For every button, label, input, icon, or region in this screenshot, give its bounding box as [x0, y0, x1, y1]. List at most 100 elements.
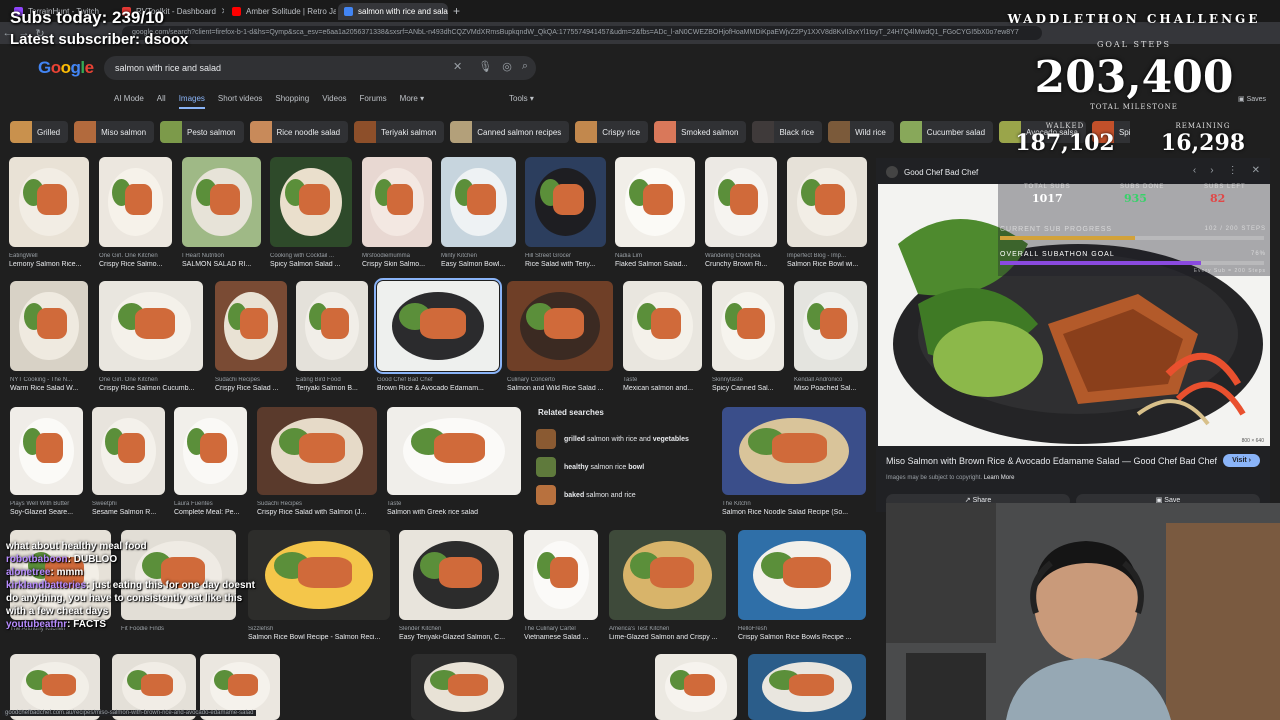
result-source[interactable]: Sweetphi	[92, 501, 165, 507]
image-result[interactable]: The Kitchn Salmon Rice Noodle Salad Recip…	[722, 407, 866, 519]
image-result[interactable]: Sudachi Recipes Crispy Rice Salad with Sa…	[257, 407, 377, 519]
result-thumbnail[interactable]	[738, 530, 866, 620]
lens-icon[interactable]: ◎	[502, 60, 512, 73]
result-source[interactable]: Sudachi Recipes	[257, 501, 377, 507]
filter-chip[interactable]: Smoked salmon	[654, 121, 747, 143]
filter-chip[interactable]: Canned salmon recipes	[450, 121, 570, 143]
image-result[interactable]: Slender Kitchen Easy Teriyaki-Glazed Salm…	[399, 530, 513, 644]
result-thumbnail[interactable]	[248, 530, 390, 620]
result-thumbnail[interactable]	[296, 281, 368, 371]
result-title[interactable]: Complete Meal: Pe...	[174, 509, 255, 516]
search-icon[interactable]: ⌕	[522, 60, 528, 73]
result-source[interactable]: America's Test Kitchen	[609, 626, 726, 632]
tab-shopping[interactable]: Shopping	[275, 94, 309, 109]
close-icon[interactable]: ✕	[1252, 165, 1260, 176]
result-title[interactable]: Sesame Salmon R...	[92, 509, 173, 516]
image-result[interactable]: Sudachi Recipes Crispy Rice Salad ...	[215, 281, 287, 395]
result-source[interactable]: Hill Street Grocer	[525, 253, 606, 259]
result-title[interactable]: Mexican salmon and...	[623, 385, 710, 392]
result-source[interactable]: Taste	[623, 377, 702, 383]
image-result[interactable]: Culinary Concerto Salmon and Wild Rice Sa…	[507, 281, 613, 395]
search-input[interactable]: salmon with rice and salad ✕ 🎙 ◎ ⌕	[104, 56, 536, 80]
image-result[interactable]: Taste Mexican salmon and...	[623, 281, 702, 395]
image-result[interactable]: Eating Bird Food Teriyaki Salmon B...	[296, 281, 368, 395]
image-result[interactable]: Hill Street Grocer Rice Salad with Teriy.…	[525, 157, 606, 271]
result-title[interactable]: Salmon with Greek rice salad	[387, 509, 529, 516]
image-result[interactable]: Skinnytaste Spicy Canned Sal...	[712, 281, 784, 395]
result-title[interactable]: Soy-Glazed Seare...	[10, 509, 91, 516]
result-title[interactable]: Crunchy Brown Ri...	[705, 261, 785, 268]
filter-chip[interactable]: Black rice	[752, 121, 823, 143]
previous-icon[interactable]: ‹	[1193, 165, 1196, 176]
result-title[interactable]: Rice Salad with Teriy...	[525, 261, 614, 268]
result-thumbnail[interactable]	[10, 281, 88, 371]
result-source[interactable]: Skinnytaste	[712, 377, 784, 383]
result-title[interactable]: Salmon and Wild Rice Salad ...	[507, 385, 621, 392]
result-source[interactable]: Eating Bird Food	[296, 377, 368, 383]
result-thumbnail[interactable]	[362, 157, 432, 247]
next-icon[interactable]: ›	[1210, 165, 1213, 176]
result-title[interactable]: Spicy Salmon Salad ...	[270, 261, 360, 268]
image-result[interactable]	[748, 654, 866, 720]
result-thumbnail[interactable]	[174, 407, 247, 495]
browser-tab-active[interactable]: salmon with rice and salad - G ✕	[338, 3, 448, 20]
result-source[interactable]: Cooking with Cocktail ...	[270, 253, 352, 259]
related-search-item[interactable]: healthy salmon rice bowl	[536, 453, 712, 481]
result-thumbnail[interactable]	[9, 157, 89, 247]
result-title[interactable]: Brown Rice & Avocado Edamam...	[377, 385, 507, 392]
image-result[interactable]: EatingWell Lemony Salmon Rice...	[9, 157, 89, 271]
result-source[interactable]: One Girl. One Kitchen	[99, 253, 172, 259]
result-thumbnail[interactable]	[525, 157, 606, 247]
result-thumbnail[interactable]	[92, 407, 165, 495]
filter-chip[interactable]: Teriyaki salmon	[354, 121, 445, 143]
filter-chip[interactable]: Grilled	[10, 121, 69, 143]
image-result[interactable]: HelloFresh Crispy Salmon Rice Bowls Recip…	[738, 530, 866, 644]
result-thumbnail[interactable]	[399, 530, 513, 620]
result-thumbnail[interactable]	[794, 281, 867, 371]
result-source[interactable]: One Girl. One Kitchen	[99, 377, 203, 383]
result-source[interactable]: Sudachi Recipes	[215, 377, 287, 383]
image-result[interactable]: I Heart Nutrition SALMON SALAD RI...	[182, 157, 261, 271]
result-thumbnail[interactable]	[712, 281, 784, 371]
image-result[interactable]: One Girl. One Kitchen Crispy Rice Salmon …	[99, 281, 203, 395]
result-title[interactable]: Easy Salmon Bowl...	[441, 261, 524, 268]
image-result[interactable]: NYT Cooking - The N... Warm Rice Salad W.…	[10, 281, 88, 395]
related-search-item[interactable]: grilled salmon with rice and vegetables	[536, 425, 712, 453]
image-result[interactable]: Laura Fuentes Complete Meal: Pe...	[174, 407, 247, 519]
filter-chip[interactable]: Wild rice	[828, 121, 894, 143]
result-title[interactable]: Salmon Rice Noodle Salad Recipe (So...	[722, 509, 874, 516]
result-title[interactable]: Salmon Rice Bowl Recipe - Salmon Reci...	[248, 634, 398, 641]
related-search-item[interactable]: baked salmon and rice	[536, 481, 712, 509]
result-title[interactable]: Flaked Salmon Salad...	[615, 261, 703, 268]
result-source[interactable]: Taste	[387, 501, 521, 507]
image-result[interactable]: Nadia Lim Flaked Salmon Salad...	[615, 157, 695, 271]
image-result[interactable]: Sweetphi Sesame Salmon R...	[92, 407, 165, 519]
result-source[interactable]: NYT Cooking - The N...	[10, 377, 88, 383]
result-source[interactable]: Nadia Lim	[615, 253, 695, 259]
result-source[interactable]: Plays Well With Butter	[10, 501, 83, 507]
result-source[interactable]: Laura Fuentes	[174, 501, 247, 507]
result-thumbnail[interactable]	[655, 654, 737, 720]
image-result[interactable]: The Culinary Cartel Vietnamese Salad ...	[524, 530, 598, 644]
result-source[interactable]: Wandering Chickpea	[705, 253, 777, 259]
image-result[interactable]	[655, 654, 737, 720]
result-thumbnail[interactable]	[524, 530, 598, 620]
result-source[interactable]: The Kitchn	[722, 501, 866, 507]
result-title[interactable]: Salmon Rice Bowl wi...	[787, 261, 875, 268]
preview-title[interactable]: Miso Salmon with Brown Rice & Avocado Ed…	[886, 456, 1217, 466]
result-thumbnail[interactable]	[615, 157, 695, 247]
result-title[interactable]: Warm Rice Salad W...	[10, 385, 96, 392]
tab-all[interactable]: All	[157, 94, 166, 109]
result-source[interactable]: Good Chef Bad Chef	[377, 377, 499, 383]
image-result[interactable]: Taste Salmon with Greek rice salad	[387, 407, 521, 519]
result-title[interactable]: Miso Poached Sal...	[794, 385, 875, 392]
google-logo[interactable]: Google	[38, 58, 94, 78]
result-thumbnail[interactable]	[441, 157, 516, 247]
tab-images[interactable]: Images	[178, 94, 205, 109]
learn-more-link[interactable]: Learn More	[984, 475, 1015, 481]
result-title[interactable]: SALMON SALAD RI...	[182, 261, 269, 268]
result-thumbnail[interactable]	[609, 530, 726, 620]
result-thumbnail[interactable]	[257, 407, 377, 495]
result-source[interactable]: Sizzlefish	[248, 626, 390, 632]
result-thumbnail[interactable]	[374, 278, 502, 374]
